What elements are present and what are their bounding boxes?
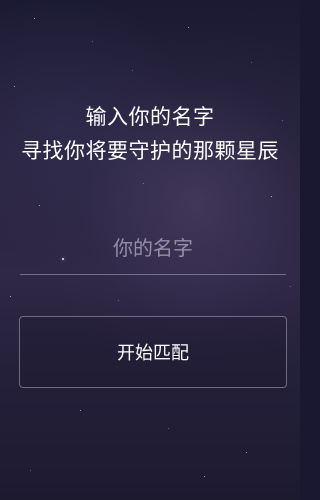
star [92,41,93,42]
star [30,470,31,471]
star [118,300,119,301]
headline: 输入你的名字 寻找你将要守护的那颗星辰 [0,100,300,168]
star [246,452,247,453]
star [80,410,81,411]
headline-line-2: 寻找你将要守护的那颗星辰 [21,139,279,163]
star [251,62,252,63]
star [10,296,11,297]
star [168,428,169,429]
star [39,205,40,206]
star [271,196,272,197]
headline-line-1: 输入你的名字 [85,105,215,129]
star [34,18,35,19]
star [14,86,15,87]
start-match-button[interactable]: 开始匹配 [19,316,287,388]
star [204,476,205,477]
name-field [20,222,286,275]
star [290,286,291,287]
starfield-background: 输入你的名字 寻找你将要守护的那颗星辰 开始匹配 [0,0,300,500]
name-input[interactable] [20,222,286,274]
star [188,27,189,28]
star [132,70,133,71]
star [143,183,144,184]
